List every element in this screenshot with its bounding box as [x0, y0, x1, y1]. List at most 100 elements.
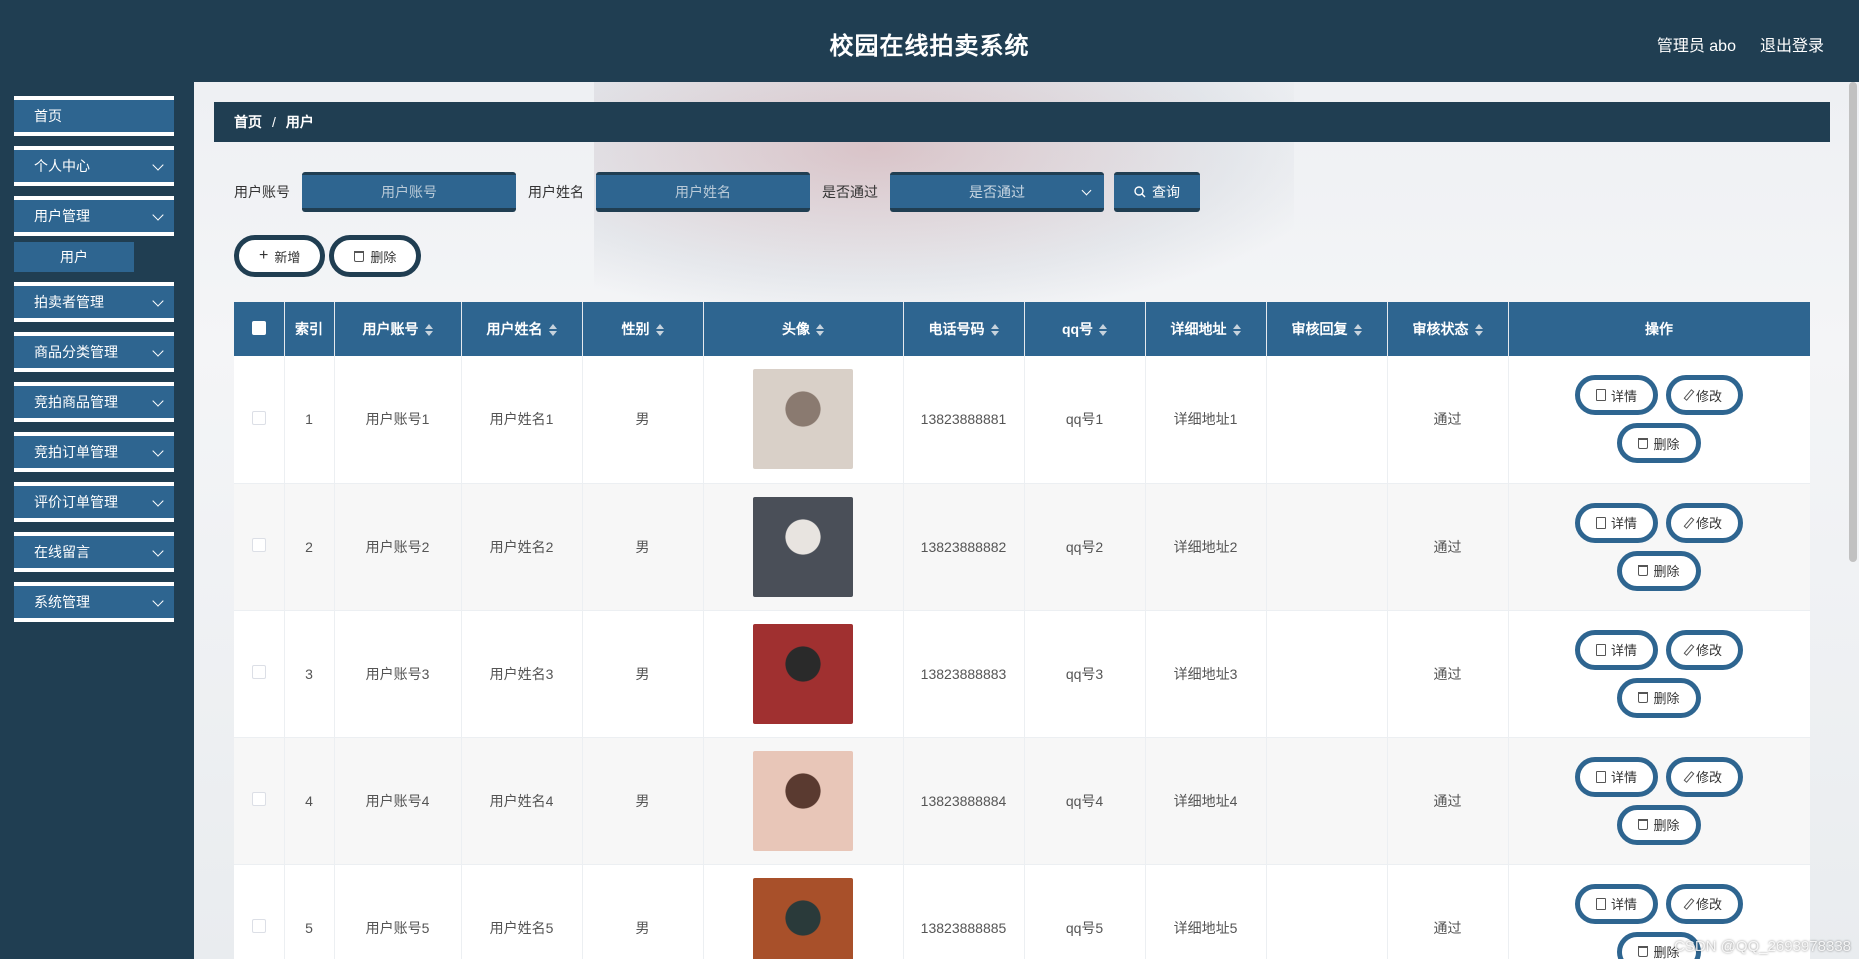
sort-icon[interactable]	[990, 324, 999, 337]
sort-icon[interactable]	[1099, 324, 1108, 337]
column-header[interactable]: 审核回复	[1266, 302, 1388, 356]
edit-button[interactable]: 修改	[1666, 883, 1744, 924]
sort-icon[interactable]	[424, 324, 433, 337]
trash-icon	[1638, 565, 1649, 576]
row-checkbox[interactable]	[234, 356, 285, 484]
sidebar-item-label: 在线留言	[34, 544, 90, 560]
logout-link[interactable]: 退出登录	[1760, 32, 1824, 56]
sidebar-item-auction-orders[interactable]: 竞拍订单管理	[14, 432, 174, 472]
sort-icon[interactable]	[1353, 324, 1362, 337]
sidebar-item-system-management[interactable]: 系统管理	[14, 582, 174, 622]
delete-button[interactable]: 删除	[1617, 550, 1701, 591]
name-search-input[interactable]	[596, 172, 810, 212]
account-search-input[interactable]	[302, 172, 516, 212]
pass-status-placeholder: 是否通过	[969, 183, 1025, 200]
avatar	[753, 750, 853, 851]
sidebar-item-label: 系统管理	[34, 594, 90, 610]
row-actions: 详情 修改 删除	[1564, 756, 1754, 845]
sidebar-subitem-users[interactable]: 用户	[14, 242, 134, 272]
row-actions: 详情 修改 删除	[1564, 375, 1754, 464]
trash-icon	[1638, 946, 1649, 957]
edit-button[interactable]: 修改	[1666, 629, 1744, 670]
cell-name: 用户姓名2	[461, 483, 583, 611]
row-checkbox[interactable]	[234, 864, 285, 959]
sidebar-item-messages[interactable]: 在线留言	[14, 532, 174, 572]
sidebar-item-auction-goods[interactable]: 竞拍商品管理	[14, 382, 174, 422]
sidebar-item-user-management[interactable]: 用户管理	[14, 196, 174, 236]
cell-index: 1	[284, 356, 335, 484]
row-checkbox[interactable]	[234, 483, 285, 611]
name-label: 用户姓名	[528, 184, 584, 200]
sidebar-item-personal-center[interactable]: 个人中心	[14, 146, 174, 186]
sidebar-item-seller-management[interactable]: 拍卖者管理	[14, 282, 174, 322]
sort-icon[interactable]	[548, 324, 557, 337]
sidebar-item-label: 商品分类管理	[34, 344, 118, 360]
chevron-down-icon	[1081, 185, 1092, 196]
batch-delete-button[interactable]: 删除	[329, 235, 422, 277]
column-header[interactable]: 审核状态	[1387, 302, 1509, 356]
column-header[interactable]: 头像	[703, 302, 904, 356]
column-header[interactable]: 详细地址	[1145, 302, 1267, 356]
column-header[interactable]: 性别	[582, 302, 704, 356]
table-row: 3 用户账号3 用户姓名3 男 13823888883 qq号3 详细地址3 通…	[234, 610, 1810, 738]
detail-button[interactable]: 详情	[1574, 756, 1658, 797]
cell-address: 详细地址2	[1145, 483, 1267, 611]
breadcrumb-current: 用户	[285, 114, 314, 130]
pencil-icon	[1683, 643, 1695, 656]
user-area: 管理员 abo 退出登录	[1657, 32, 1824, 56]
cell-gender: 男	[582, 737, 704, 865]
detail-button[interactable]: 详情	[1574, 883, 1658, 924]
column-header[interactable]: 用户账号	[334, 302, 462, 356]
query-button[interactable]: 查询	[1114, 172, 1200, 212]
sidebar-item-review-orders[interactable]: 评价订单管理	[14, 482, 174, 522]
detail-button[interactable]: 详情	[1574, 375, 1658, 416]
sort-icon[interactable]	[655, 324, 664, 337]
add-button-label: 新增	[274, 249, 301, 265]
cell-gender: 男	[582, 356, 704, 484]
cell-reply	[1266, 610, 1388, 738]
breadcrumb-separator: /	[272, 114, 276, 130]
pencil-icon	[1683, 516, 1695, 529]
column-header[interactable]: 用户姓名	[461, 302, 583, 356]
cell-address: 详细地址5	[1145, 864, 1267, 959]
cell-actions: 详情 修改 删除	[1508, 610, 1810, 738]
breadcrumb-home[interactable]: 首页	[234, 112, 262, 132]
cell-phone: 13823888883	[903, 610, 1025, 738]
detail-button[interactable]: 详情	[1574, 502, 1658, 543]
sort-icon[interactable]	[816, 324, 824, 337]
edit-button[interactable]: 修改	[1666, 756, 1744, 797]
delete-button[interactable]: 删除	[1617, 423, 1701, 464]
delete-label: 删除	[1653, 691, 1680, 706]
batch-delete-label: 删除	[370, 249, 397, 265]
add-button[interactable]: + 新增	[234, 235, 326, 277]
select-all-checkbox[interactable]	[234, 302, 285, 356]
pencil-icon	[1683, 770, 1695, 783]
column-header[interactable]: qq号	[1024, 302, 1146, 356]
edit-button[interactable]: 修改	[1666, 375, 1744, 416]
row-checkbox[interactable]	[234, 610, 285, 738]
chevron-down-icon	[152, 595, 164, 607]
sidebar-item-category-management[interactable]: 商品分类管理	[14, 332, 174, 372]
chevron-down-icon	[152, 209, 164, 221]
edit-button[interactable]: 修改	[1666, 502, 1744, 543]
sort-icon[interactable]	[1474, 324, 1483, 337]
sidebar-item-label: 竞拍订单管理	[34, 444, 118, 460]
sidebar-item-home[interactable]: 首页	[14, 96, 174, 136]
current-user: 管理员 abo	[1656, 38, 1736, 55]
detail-button[interactable]: 详情	[1574, 629, 1658, 670]
detail-label: 详情	[1610, 516, 1637, 531]
delete-button[interactable]: 删除	[1617, 804, 1701, 845]
sort-icon[interactable]	[1232, 324, 1241, 337]
cell-account: 用户账号5	[334, 864, 462, 959]
page-scrollbar[interactable]	[1849, 82, 1857, 562]
delete-button[interactable]: 删除	[1617, 677, 1701, 718]
trash-icon	[354, 250, 365, 262]
cell-avatar	[703, 483, 904, 611]
row-checkbox[interactable]	[234, 737, 285, 865]
pass-label: 是否通过	[822, 184, 878, 200]
row-actions: 详情 修改 删除	[1564, 502, 1754, 591]
sidebar-item-label: 评价订单管理	[34, 494, 118, 510]
sidebar-item-label: 个人中心	[34, 158, 90, 174]
column-header[interactable]: 电话号码	[903, 302, 1025, 356]
pass-status-select[interactable]: 是否通过	[890, 172, 1104, 212]
